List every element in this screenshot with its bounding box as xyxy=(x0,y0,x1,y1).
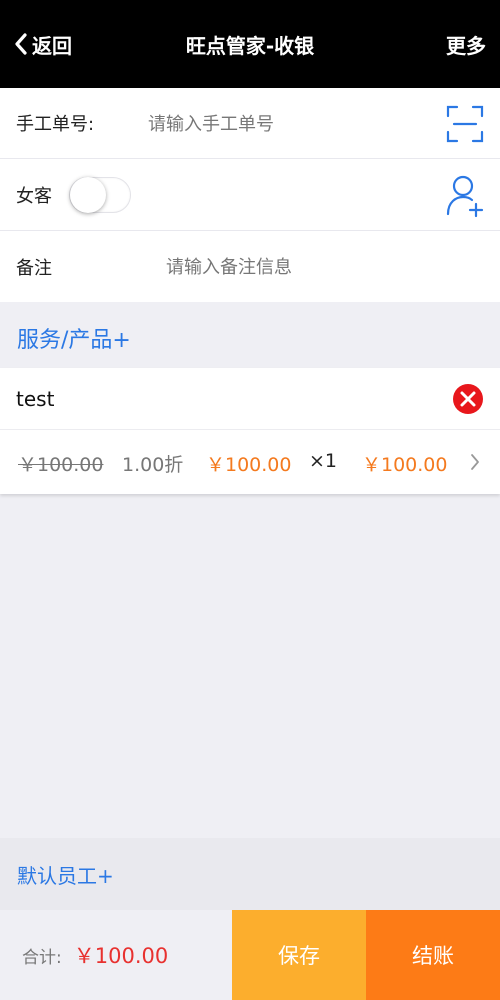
chevron-right-icon xyxy=(471,454,479,470)
remark-row: 备注 xyxy=(0,231,500,302)
save-button[interactable]: 保存 xyxy=(232,910,366,1000)
add-staff-link[interactable]: 默认员工+ xyxy=(17,860,114,889)
checkout-button[interactable]: 结账 xyxy=(366,910,500,1000)
page-title: 旺点管家-收银 xyxy=(185,33,315,58)
item-subtotal: ￥100.00 xyxy=(362,454,448,476)
unit-price: ￥100.00 xyxy=(206,454,292,476)
more-button[interactable]: 更多 xyxy=(446,30,486,59)
back-button[interactable]: 返回 xyxy=(14,30,72,59)
item-card: test ￥100.00 1.00折 ￥100.00 ×1 ￥100.00 xyxy=(0,368,500,494)
add-service-product-link[interactable]: 服务/产品+ xyxy=(17,322,131,354)
remark-input[interactable] xyxy=(166,253,446,281)
total-value: ￥100.00 xyxy=(73,944,169,968)
female-customer-toggle[interactable] xyxy=(69,177,131,213)
order-number-input[interactable] xyxy=(148,110,408,138)
female-customer-row: 女客 xyxy=(0,159,500,231)
item-name: test xyxy=(16,386,55,411)
top-nav-bar: 返回 旺点管家-收银 更多 xyxy=(0,0,500,88)
staff-row: 默认员工+ xyxy=(0,838,500,910)
chevron-left-icon xyxy=(15,33,27,55)
close-circle-icon[interactable] xyxy=(452,383,484,415)
quantity: ×1 xyxy=(309,450,338,472)
cashier-page: 返回 旺点管家-收银 更多 手工单号: 女客 xyxy=(0,0,500,1000)
order-number-row: 手工单号: xyxy=(0,88,500,159)
toggle-knob xyxy=(70,177,106,213)
order-number-label: 手工单号: xyxy=(16,114,95,135)
total-area: 合计: ￥100.00 xyxy=(0,910,232,1000)
female-customer-label: 女客 xyxy=(16,185,52,207)
scan-icon[interactable] xyxy=(446,105,484,143)
remark-label: 备注 xyxy=(16,257,52,279)
total-label: 合计: xyxy=(22,947,62,968)
bottom-action-bar: 合计: ￥100.00 保存 结账 xyxy=(0,910,500,1000)
original-price: ￥100.00 xyxy=(18,454,104,476)
add-user-icon[interactable] xyxy=(446,174,484,218)
discount-rate: 1.00折 xyxy=(122,454,184,476)
back-label: 返回 xyxy=(32,33,72,58)
item-name-row: test xyxy=(0,368,500,430)
item-price-row[interactable]: ￥100.00 1.00折 ￥100.00 ×1 ￥100.00 xyxy=(0,430,500,494)
